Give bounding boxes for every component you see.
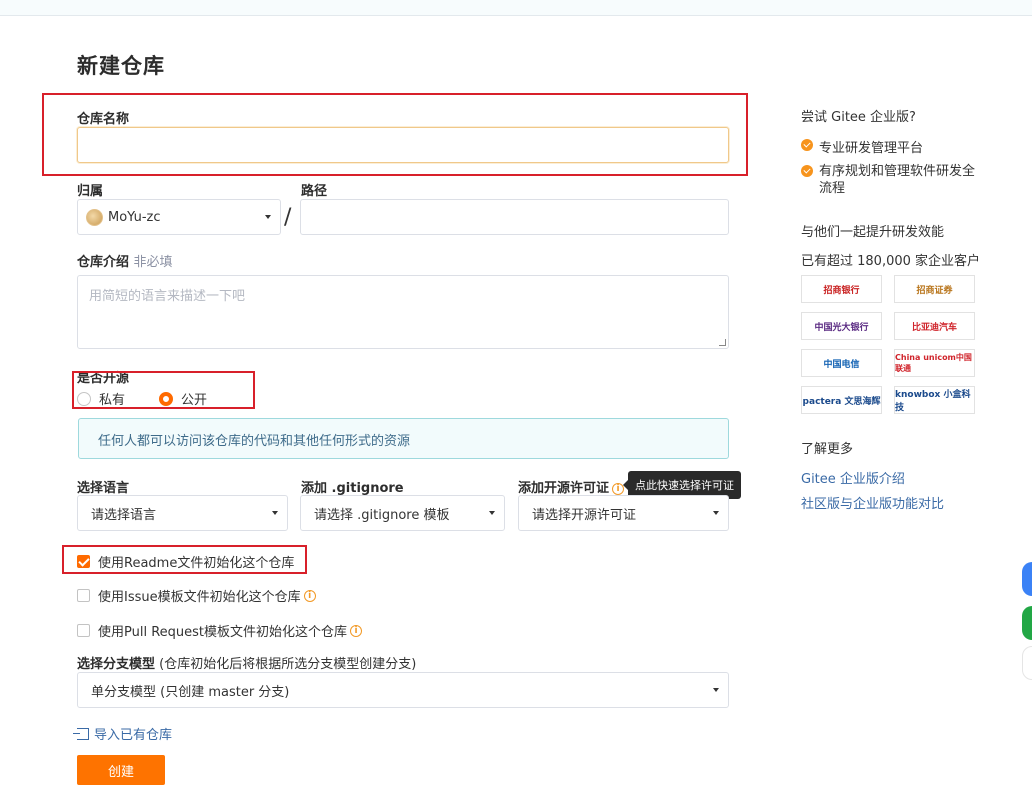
- link-compare[interactable]: 社区版与企业版功能对比: [801, 493, 944, 512]
- branch-model-select[interactable]: 单分支模型 (只创建 master 分支): [77, 672, 729, 708]
- language-value: 请选择语言: [91, 507, 157, 523]
- owner-select[interactable]: MoYu-zc: [77, 199, 281, 235]
- license-value: 请选择开源许可证: [532, 507, 637, 523]
- import-icon: [73, 727, 89, 740]
- logo-china-telecom: 中国电信: [801, 349, 882, 377]
- checkbox-pr-template[interactable]: 使用Pull Request模板文件初始化这个仓库 i: [77, 621, 363, 640]
- logo-china-unicom: China unicom中国联通: [894, 349, 975, 377]
- license-label: 添加开源许可证 i: [518, 477, 625, 496]
- logo-byd: 比亚迪汽车: [894, 312, 975, 340]
- branch-model-value: 单分支模型 (只创建 master 分支): [91, 684, 290, 700]
- top-bar: [0, 0, 1032, 16]
- checkbox-issue-label: 使用Issue模板文件初始化这个仓库: [98, 590, 301, 605]
- highlight-box-readme: [62, 545, 307, 574]
- check-circle-icon: [801, 139, 813, 151]
- optional-tag: 非必填: [133, 255, 173, 270]
- license-select[interactable]: 请选择开源许可证: [518, 495, 729, 531]
- checkbox-pr-label: 使用Pull Request模板文件初始化这个仓库: [98, 625, 348, 640]
- path-input[interactable]: [300, 199, 729, 235]
- logo-cmb: 招商银行: [801, 275, 882, 303]
- float-button-blue[interactable]: [1022, 562, 1032, 596]
- gitignore-label: 添加 .gitignore: [301, 481, 404, 496]
- check-circle-icon: [801, 165, 813, 177]
- page-title: 新建仓库: [77, 54, 165, 78]
- language-label: 选择语言: [77, 481, 130, 496]
- checkbox-issue-template[interactable]: 使用Issue模板文件初始化这个仓库 i: [77, 586, 316, 605]
- chevron-down-icon: [265, 215, 271, 219]
- sidebar-together: 与他们一起提升研发效能: [801, 225, 945, 240]
- logo-knowbox: knowbox 小盒科技: [894, 386, 975, 414]
- info-icon[interactable]: i: [350, 624, 363, 637]
- info-icon[interactable]: i: [303, 589, 316, 602]
- chevron-down-icon: [713, 511, 719, 515]
- chevron-down-icon: [489, 511, 495, 515]
- feature-item: 专业研发管理平台: [801, 137, 923, 156]
- branch-model-label: 选择分支模型 (仓库初始化后将根据所选分支模型创建分支): [77, 657, 417, 672]
- owner-label: 归属: [77, 184, 104, 199]
- feature-item: 有序规划和管理软件研发全流程: [801, 163, 986, 197]
- float-button-green[interactable]: [1022, 606, 1032, 640]
- checkbox-unchecked[interactable]: [77, 589, 90, 602]
- import-repo-label: 导入已有仓库: [94, 728, 173, 743]
- sidebar-more-title: 了解更多: [801, 442, 854, 457]
- logo-ceb: 中国光大银行: [801, 312, 882, 340]
- float-button-white[interactable]: [1022, 646, 1032, 680]
- path-separator: /: [284, 205, 292, 230]
- chevron-down-icon: [272, 511, 278, 515]
- chevron-down-icon: [713, 688, 719, 692]
- branch-model-hint: (仓库初始化后将根据所选分支模型创建分支): [159, 657, 417, 672]
- highlight-box-visibility: [72, 371, 255, 409]
- logo-pactera: pactera 文思海辉: [801, 386, 882, 414]
- sidebar-customers: 已有超过 180,000 家企业客户: [801, 254, 981, 269]
- intro-label: 仓库介绍 非必填: [77, 255, 173, 270]
- language-select[interactable]: 请选择语言: [77, 495, 288, 531]
- create-button[interactable]: 创建: [77, 755, 165, 785]
- path-label: 路径: [301, 184, 328, 199]
- sidebar-try-title: 尝试 Gitee 企业版?: [801, 110, 916, 125]
- gitignore-select[interactable]: 请选择 .gitignore 模板: [300, 495, 505, 531]
- checkbox-unchecked[interactable]: [77, 624, 90, 637]
- link-enterprise-intro[interactable]: Gitee 企业版介绍: [801, 468, 905, 487]
- owner-avatar: [86, 208, 103, 226]
- intro-placeholder: 用简短的语言来描述一下吧: [89, 289, 246, 304]
- logo-cmbc-securities: 招商证券: [894, 275, 975, 303]
- gitignore-value: 请选择 .gitignore 模板: [314, 507, 450, 523]
- visibility-notice: 任何人都可以访问该仓库的代码和其他任何形式的资源: [78, 418, 729, 459]
- import-repo-link[interactable]: 导入已有仓库: [73, 724, 173, 743]
- intro-textarea[interactable]: 用简短的语言来描述一下吧: [77, 275, 729, 349]
- owner-value: MoYu-zc: [108, 209, 161, 225]
- highlight-box-repo-name: [42, 93, 748, 176]
- resize-handle[interactable]: [719, 339, 726, 346]
